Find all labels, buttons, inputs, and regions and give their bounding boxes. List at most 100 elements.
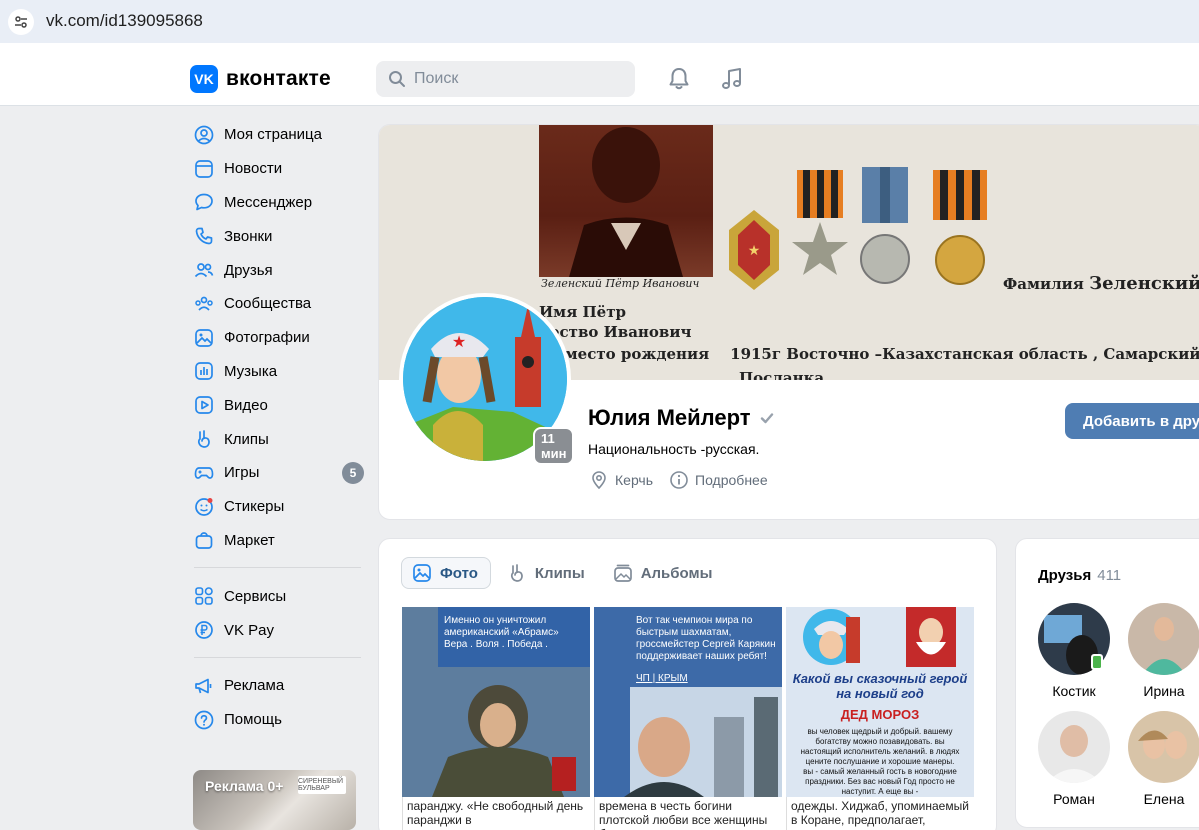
sidebar-item-label: Музыка — [224, 362, 278, 380]
sidebar-item-friends[interactable]: Друзья — [190, 253, 365, 287]
medal-victory-icon — [933, 170, 987, 285]
mobile-online-icon — [1091, 654, 1103, 670]
sidebar-item-label: Сервисы — [224, 587, 287, 605]
sidebar-item-messenger[interactable]: Мессенджер — [190, 186, 365, 220]
sidebar-item-ads[interactable]: Реклама — [190, 669, 365, 703]
friends-count: 411 — [1097, 567, 1122, 584]
friends-header[interactable]: Друзья 411 — [1038, 567, 1121, 584]
help-icon — [194, 710, 214, 730]
sidebar-item-stickers[interactable]: Стикеры — [190, 490, 365, 524]
info-icon — [670, 471, 688, 489]
search-icon — [389, 71, 405, 87]
friend-item[interactable]: Роман — [1034, 711, 1114, 807]
ad-label: Реклама 0+ — [205, 778, 284, 794]
games-badge: 5 — [342, 461, 364, 484]
photo-icon — [413, 564, 431, 582]
friend-avatar — [1128, 603, 1199, 675]
sidebar-item-label: Мессенджер — [224, 193, 313, 211]
photo-caption: времена в честь богини плотской любви вс… — [594, 797, 782, 830]
vk-logo[interactable]: VK вконтакте — [190, 65, 331, 93]
profile-details-link[interactable]: Подробнее — [669, 470, 768, 490]
medal-courage-icon — [860, 167, 910, 284]
photo-overlay-link: ЧП | КРЫМ — [636, 673, 688, 684]
cover-patronymic-line: чество Иванович — [539, 323, 692, 341]
sidebar-item-help[interactable]: Помощь — [190, 703, 365, 737]
photo-overlay-text: Вот так чемпион мира по быстрым шахматам… — [636, 615, 776, 662]
address-url[interactable]: vk.com/id139095868 — [46, 11, 203, 31]
sidebar-item-label: Звонки — [224, 227, 273, 245]
profile-details-label: Подробнее — [695, 472, 768, 488]
sidebar-item-photos[interactable]: Фотографии — [190, 321, 365, 355]
photo-quiz-title: Какой вы сказочный герой на новый год — [792, 671, 968, 701]
friend-item[interactable]: Ирина — [1124, 603, 1199, 699]
sidebar-item-label: Стикеры — [224, 498, 285, 516]
friend-item[interactable]: Костик — [1034, 603, 1114, 699]
sidebar-divider — [194, 567, 361, 569]
tab-label: Фото — [440, 564, 478, 582]
tab-photos[interactable]: Фото — [401, 557, 491, 589]
sidebar-item-calls[interactable]: Звонки — [190, 219, 365, 253]
tab-clips[interactable]: Клипы — [497, 557, 597, 589]
bell-icon[interactable] — [666, 66, 692, 92]
sidebar-item-vk-pay[interactable]: VK Pay — [190, 613, 365, 647]
sidebar-item-label: Клипы — [224, 430, 269, 448]
svg-text:★: ★ — [452, 332, 466, 351]
photo-overlay-text: Именно он уничтожил американский «Абрамс… — [444, 615, 559, 650]
photo-quiz-hero: ДЕД МОРОЗ — [840, 707, 920, 722]
sidebar-item-video[interactable]: Видео — [190, 388, 365, 422]
profile-city[interactable]: Керчь — [589, 470, 653, 490]
profile-status: Национальность -русская. — [588, 441, 760, 457]
search-box[interactable] — [376, 61, 635, 97]
profile-name: Юлия Мейлерт — [588, 405, 775, 431]
sidebar-ad-banner[interactable]: Реклама 0+ СИРЕНЕВЫЙ БУЛЬВАР — [193, 770, 356, 830]
sidebar-item-label: Реклама — [224, 677, 285, 695]
cover-surname-label: Фамилия — [1003, 275, 1084, 293]
cover-portrait — [539, 125, 713, 277]
photo-thumbnail[interactable]: Какой вы сказочный герой на новый год ДЕ… — [786, 607, 974, 797]
browser-toolbar: vk.com/id139095868 — [0, 0, 1199, 52]
sidebar-item-label: Друзья — [224, 261, 273, 279]
sidebar-item-market[interactable]: Маркет — [190, 524, 365, 558]
sidebar-item-clips[interactable]: Клипы — [190, 422, 365, 456]
friend-avatar — [1128, 711, 1199, 783]
cover-name-line: Имя Пётр — [539, 303, 626, 321]
cover-bottom-line: Посланка — [739, 369, 825, 380]
cover-surname: Фамилия Зеленский — [1003, 273, 1199, 294]
photo-icon — [194, 328, 214, 348]
photo-thumbnail[interactable]: Именно он уничтожил американский «Абрамс… — [402, 607, 590, 797]
ads-icon — [194, 676, 214, 696]
add-friend-button[interactable]: Добавить в дру — [1065, 403, 1199, 439]
online-time-badge: 11 мин — [533, 427, 575, 465]
friend-avatar — [1038, 711, 1110, 783]
sidebar-item-news[interactable]: Новости — [190, 152, 365, 186]
phone-icon — [194, 226, 214, 246]
friends-icon — [194, 260, 214, 280]
friend-item[interactable]: Елена — [1124, 711, 1199, 807]
guard-badge-icon: ★ — [729, 210, 779, 290]
photo-caption: одежды. Хиджаб, упоминаемый в Коране, пр… — [786, 797, 974, 830]
location-pin-icon — [592, 471, 606, 490]
profile-avatar[interactable]: ★ 11 мин — [399, 293, 575, 465]
market-icon — [194, 530, 214, 550]
photo-quiz-body: вы человек щедрый и добрый. вашему богат… — [800, 727, 960, 796]
clips-icon — [194, 429, 214, 449]
tab-label: Клипы — [534, 564, 585, 582]
sidebar-item-services[interactable]: Сервисы — [190, 579, 365, 613]
sidebar-item-music[interactable]: Музыка — [190, 355, 365, 389]
communities-icon — [194, 294, 214, 314]
tab-albums[interactable]: Альбомы — [603, 557, 725, 589]
address-bar[interactable]: vk.com/id139095868 — [0, 0, 1199, 43]
search-input[interactable] — [414, 70, 614, 88]
video-icon — [194, 395, 214, 415]
friends-title: Друзья — [1038, 567, 1092, 584]
games-icon — [194, 463, 214, 483]
vk-logo-text: вконтакте — [226, 67, 331, 90]
sidebar-item-games[interactable]: Игры 5 — [190, 456, 365, 490]
sidebar-item-label: Маркет — [224, 531, 275, 549]
sidebar-item-label: VK Pay — [224, 621, 275, 639]
sidebar-item-communities[interactable]: Сообщества — [190, 287, 365, 321]
music-note-icon[interactable] — [719, 66, 745, 92]
photo-thumbnail[interactable]: Вот так чемпион мира по быстрым шахматам… — [594, 607, 782, 797]
site-settings-icon[interactable] — [8, 9, 34, 35]
sidebar-item-my-page[interactable]: Моя страница — [190, 118, 365, 152]
